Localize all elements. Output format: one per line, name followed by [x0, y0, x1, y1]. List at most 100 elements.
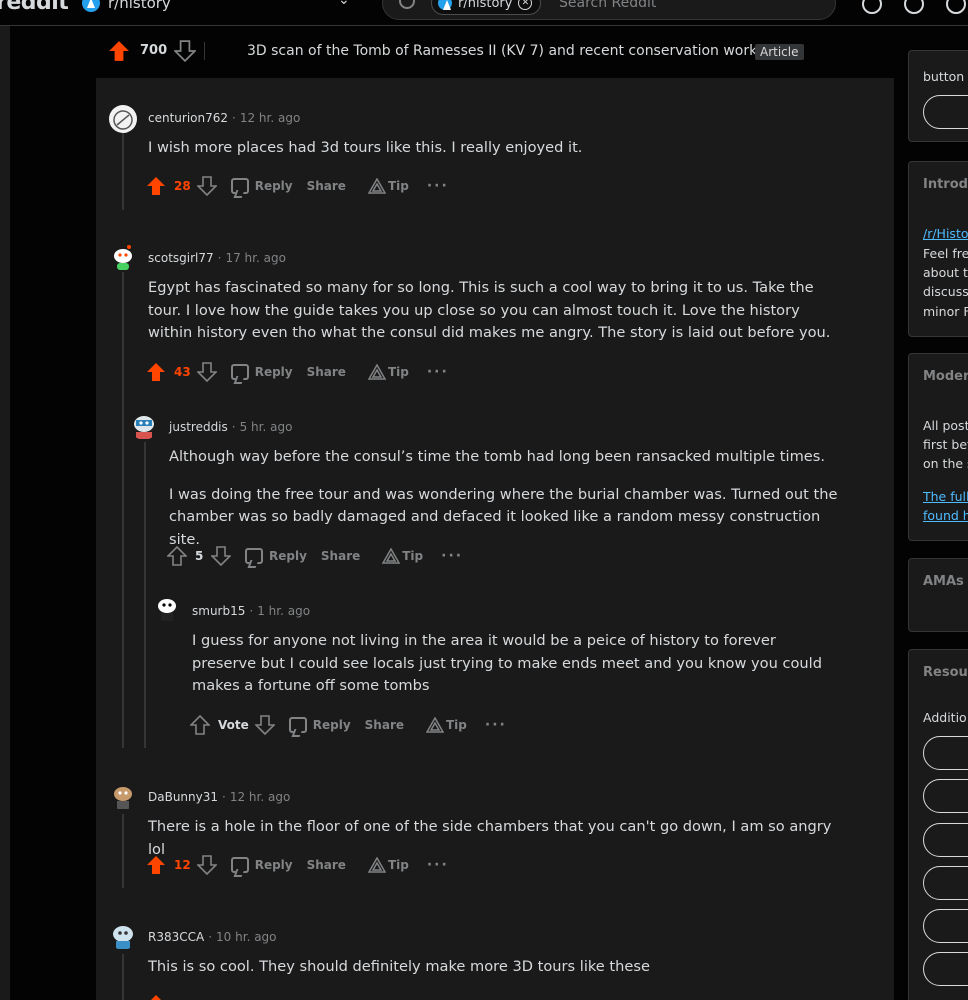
more-options-button[interactable]: ···: [485, 717, 507, 733]
downvote-icon[interactable]: [254, 715, 275, 735]
avatar[interactable]: [109, 243, 137, 271]
more-options-button[interactable]: ···: [427, 364, 449, 380]
more-options-button[interactable]: ···: [427, 178, 449, 194]
avatar[interactable]: [109, 922, 137, 950]
snoo-avatar-icon: [114, 787, 132, 809]
sidebar-link[interactable]: /r/Histo: [923, 224, 968, 244]
tip-button[interactable]: Tip: [426, 717, 467, 733]
upvote-icon[interactable]: [146, 362, 166, 382]
resource-button[interactable]: [923, 779, 968, 813]
comment-author-line: smurb15 · 1 hr. ago: [192, 604, 311, 618]
downvote-icon[interactable]: [196, 176, 217, 196]
reply-label: Reply: [269, 549, 307, 563]
avatar[interactable]: [130, 412, 158, 440]
search-input[interactable]: Search Reddit: [559, 0, 656, 11]
comment-author[interactable]: scotsgirl77: [148, 251, 214, 265]
comment-author[interactable]: justreddis: [169, 420, 228, 434]
downvote-icon[interactable]: [196, 362, 217, 382]
resource-button[interactable]: [923, 909, 968, 943]
sidebar-text: button: [923, 69, 965, 84]
snoo-avatar-icon: [113, 926, 133, 949]
divider: [204, 42, 205, 60]
comment-actions: Vote Reply Share Tip ···: [190, 713, 507, 737]
comment-timestamp[interactable]: 1 hr. ago: [257, 604, 310, 618]
comment-author[interactable]: centurion762: [148, 111, 228, 125]
thread-line[interactable]: [122, 814, 124, 888]
top-header: reddit r/history ⌄ r/history ✕ Search Re…: [0, 0, 968, 26]
snoo-avatar-icon: [114, 245, 132, 270]
coins-icon[interactable]: [904, 0, 924, 14]
comment-body: This is so cool. They should definitely …: [148, 956, 848, 994]
avatar[interactable]: [109, 105, 137, 133]
upvote-icon[interactable]: [146, 855, 166, 875]
sidebar-button[interactable]: [923, 95, 968, 129]
reply-button[interactable]: Reply: [230, 364, 293, 380]
post-title[interactable]: 3D scan of the Tomb of Ramesses II (KV 7…: [247, 43, 757, 59]
comment-timestamp[interactable]: 10 hr. ago: [216, 930, 276, 944]
share-button[interactable]: Share: [321, 549, 360, 563]
comment-timestamp[interactable]: 12 hr. ago: [240, 111, 300, 125]
comment-timestamp[interactable]: 12 hr. ago: [230, 790, 290, 804]
subreddit-switcher[interactable]: r/history: [82, 0, 171, 12]
search-scope-chip[interactable]: r/history ✕: [431, 0, 542, 15]
comment-author[interactable]: R383CCA: [148, 930, 204, 944]
thread-line[interactable]: [144, 442, 146, 748]
tip-button[interactable]: Tip: [367, 178, 409, 194]
upvote-icon[interactable]: [190, 715, 210, 735]
more-options-button[interactable]: ···: [427, 857, 449, 873]
comment-text: I wish more places had 3d tours like thi…: [148, 139, 583, 156]
sidebar-heading: AMAs: [923, 574, 964, 589]
comment-timestamp[interactable]: 17 hr. ago: [225, 251, 285, 265]
resource-button[interactable]: [923, 736, 968, 770]
upvote-icon[interactable]: [146, 176, 166, 196]
subreddit-icon: [82, 0, 100, 12]
tip-label: Tip: [387, 858, 409, 872]
sidebar-link[interactable]: found h: [923, 506, 968, 526]
upvote-icon[interactable]: [108, 40, 130, 62]
tip-button[interactable]: Tip: [367, 364, 409, 380]
chevron-down-icon[interactable]: ⌄: [338, 0, 350, 8]
resource-button[interactable]: [923, 866, 968, 900]
tip-label: Tip: [446, 718, 467, 732]
comment-author[interactable]: DaBunny31: [148, 790, 218, 804]
tip-icon: [367, 857, 386, 873]
reply-button[interactable]: Reply: [230, 857, 293, 873]
comment-timestamp[interactable]: 5 hr. ago: [240, 420, 293, 434]
thread-line[interactable]: [122, 132, 124, 210]
avatar[interactable]: [109, 782, 137, 810]
close-icon[interactable]: ✕: [518, 0, 533, 10]
snoo-avatar-icon: [158, 599, 176, 621]
downvote-icon[interactable]: [174, 40, 196, 62]
popular-icon[interactable]: [862, 0, 882, 14]
tip-button[interactable]: Tip: [367, 857, 409, 873]
chat-icon[interactable]: [946, 0, 966, 14]
reply-button[interactable]: Reply: [245, 548, 307, 564]
tip-button[interactable]: Tip: [382, 548, 423, 564]
sidebar-link[interactable]: The full: [923, 487, 968, 507]
search-bar[interactable]: r/history ✕ Search Reddit: [382, 0, 836, 20]
reply-button[interactable]: Reply: [288, 717, 351, 733]
share-button[interactable]: Share: [307, 179, 346, 193]
upvote-icon[interactable]: [167, 546, 187, 566]
reply-button[interactable]: Reply: [230, 178, 293, 194]
comment-body: I wish more places had 3d tours like thi…: [148, 137, 848, 175]
downvote-icon[interactable]: [211, 546, 231, 566]
avatar[interactable]: [153, 594, 181, 622]
comment-author-line: centurion762 · 12 hr. ago: [148, 111, 301, 125]
sidebar-card-intro: Introd /r/Histo Feel fre about t discuss…: [908, 161, 968, 337]
thread-line[interactable]: [122, 954, 124, 1000]
sidebar-text: All post: [923, 418, 968, 433]
share-button[interactable]: Share: [307, 365, 346, 379]
share-button[interactable]: Share: [365, 718, 404, 732]
tip-icon: [367, 364, 386, 380]
resource-button[interactable]: [923, 823, 968, 857]
share-button[interactable]: Share: [307, 858, 346, 872]
thread-line[interactable]: [122, 272, 124, 748]
reddit-logo[interactable]: reddit: [0, 0, 69, 15]
comment-author[interactable]: smurb15: [192, 604, 245, 618]
downvote-icon[interactable]: [196, 855, 217, 875]
resource-button[interactable]: [923, 952, 968, 986]
search-icon: [399, 0, 415, 9]
more-options-button[interactable]: ···: [441, 548, 463, 564]
upvote-icon[interactable]: [146, 994, 166, 1000]
